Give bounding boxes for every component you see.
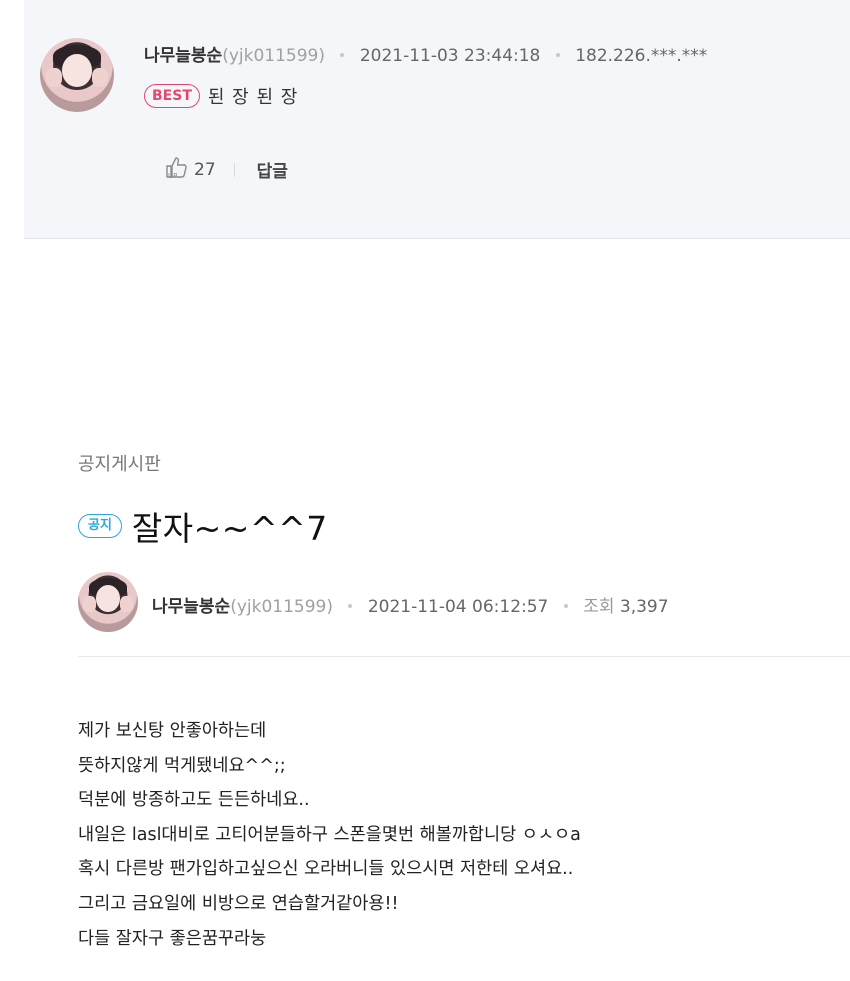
article-title-row: 공지 잘자~~^^7 xyxy=(78,502,328,550)
views-label: 조회 xyxy=(583,597,615,617)
separator-dot xyxy=(348,603,353,608)
best-badge: BEST xyxy=(144,84,200,108)
comment-meta: 나무늘봉순(yjk011599) 2021-11-03 23:44:18 182… xyxy=(144,41,707,66)
comment-actions: UP 27 답글 xyxy=(164,154,288,185)
commenter-avatar[interactable] xyxy=(40,38,114,112)
article-body: 제가 보신탕 안좋아하는데 뜻하지않게 먹게됐네요^^;; 덕분에 방종하고도 … xyxy=(78,714,581,956)
body-line: 내일은 lasl대비로 고티어분들하구 스폰을몇번 해볼까합니당 ㅇㅅㅇa xyxy=(78,824,581,845)
views-count: 3,397 xyxy=(619,597,669,617)
article-author-id: (yjk011599) xyxy=(230,597,333,617)
best-comment xyxy=(24,0,850,239)
comment-author-id: (yjk011599) xyxy=(222,46,325,66)
separator-dot xyxy=(340,52,345,57)
separator-dot xyxy=(563,603,568,608)
body-line: 혹시 다른방 팬가입하고싶으신 오라버니들 있으시면 저한테 오셔요.. xyxy=(78,859,574,880)
thumbs-up-icon[interactable]: UP xyxy=(164,154,194,185)
separator-dot xyxy=(555,52,560,57)
author-avatar[interactable] xyxy=(78,572,138,632)
divider xyxy=(233,162,235,177)
notice-badge: 공지 xyxy=(78,514,122,538)
comment-author-name[interactable]: 나무늘봉순 xyxy=(144,46,222,66)
comment-date: 2021-11-03 23:44:18 xyxy=(359,46,541,66)
body-line: 덕분에 방종하고도 든든하네요.. xyxy=(78,790,310,811)
comment-content: BEST 된 장 된 장 xyxy=(144,83,298,109)
article-meta: 나무늘봉순(yjk011599) 2021-11-04 06:12:57 조회 … xyxy=(152,592,669,617)
article-date: 2021-11-04 06:12:57 xyxy=(367,597,549,617)
article-title: 잘자~~^^7 xyxy=(131,509,328,548)
header-divider xyxy=(78,656,850,657)
board-name[interactable]: 공지게시판 xyxy=(78,450,161,476)
body-line: 뜻하지않게 먹게됐네요^^;; xyxy=(78,755,286,776)
svg-text:UP: UP xyxy=(168,172,177,180)
reply-button[interactable]: 답글 xyxy=(257,157,288,182)
body-line: 그리고 금요일에 비방으로 연습할거같아용!! xyxy=(78,893,399,914)
body-line: 다들 잘자구 좋은꿈꾸라눙 xyxy=(78,928,267,949)
comment-ip: 182.226.***.*** xyxy=(575,46,708,66)
comment-text: 된 장 된 장 xyxy=(207,87,299,108)
article-author-name[interactable]: 나무늘봉순 xyxy=(152,597,230,617)
body-line: 제가 보신탕 안좋아하는데 xyxy=(78,721,267,741)
like-count: 27 xyxy=(194,159,216,180)
